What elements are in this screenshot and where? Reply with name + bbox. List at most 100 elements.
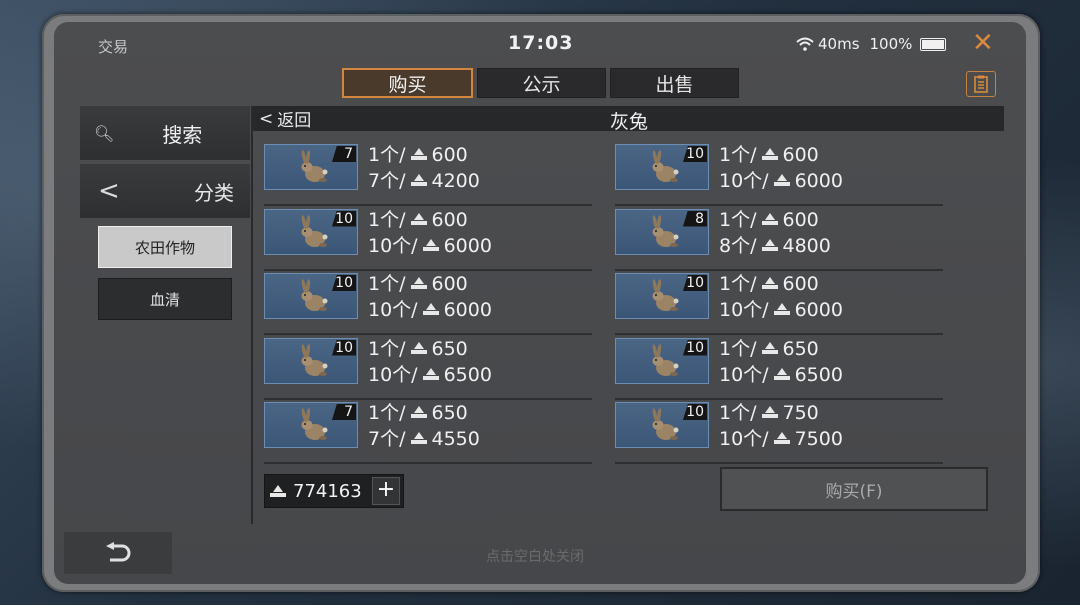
total-label: 10个/ bbox=[719, 363, 769, 386]
coin-pile-icon bbox=[761, 212, 778, 225]
search-label: 搜索 bbox=[162, 122, 203, 147]
total-price-line: 10个/6000 bbox=[368, 297, 492, 323]
coin-pile-icon bbox=[761, 148, 778, 160]
listing-item[interactable]: 10 1个/650 10个/6500 bbox=[264, 336, 592, 400]
unit-price-line: 1个/750 bbox=[719, 400, 843, 426]
unit-label: 1个/ bbox=[719, 273, 757, 295]
category-item-serum[interactable]: 血清 bbox=[98, 278, 232, 320]
rabbit-thumbnail: 10 bbox=[615, 337, 709, 384]
unit-label: 1个/ bbox=[719, 144, 757, 166]
back-label: 返回 bbox=[277, 111, 312, 131]
category-button[interactable]: < 分类 bbox=[80, 164, 250, 218]
chevron-left-icon: < bbox=[259, 108, 274, 129]
total-label: 10个/ bbox=[719, 170, 769, 192]
coin-pile-icon bbox=[761, 238, 778, 251]
unit-price-line: 1个/650 bbox=[368, 400, 480, 426]
total-price: 6000 bbox=[794, 170, 843, 192]
listing-item[interactable]: 10 1个/600 10个/6000 bbox=[615, 144, 943, 206]
total-label: 10个/ bbox=[368, 299, 418, 321]
unit-label: 1个/ bbox=[368, 402, 406, 424]
unit-label: 1个/ bbox=[368, 208, 406, 231]
listing-item[interactable]: 10 1个/600 10个/6000 bbox=[264, 271, 592, 335]
category-item-farm-crops[interactable]: 农田作物 bbox=[98, 226, 232, 268]
unit-price-line: 1个/600 bbox=[368, 271, 492, 297]
coin-pile-icon bbox=[410, 432, 427, 444]
records-icon[interactable] bbox=[966, 71, 996, 97]
total-price-line: 7个/4550 bbox=[368, 426, 480, 452]
tab-public[interactable]: 公示 bbox=[477, 68, 606, 98]
listing-item[interactable]: 7 1个/600 7个/4200 bbox=[264, 142, 592, 206]
total-price: 6500 bbox=[794, 363, 843, 386]
rabbit-thumbnail: 10 bbox=[264, 337, 358, 384]
battery-icon bbox=[920, 37, 947, 51]
total-price: 6000 bbox=[443, 299, 492, 321]
total-label: 8个/ bbox=[719, 234, 757, 257]
listing-item[interactable]: 7 1个/650 7个/4550 bbox=[264, 400, 592, 464]
rabbit-thumbnail: 7 bbox=[264, 144, 358, 190]
wifi-icon bbox=[796, 37, 814, 51]
price-lines: 1个/750 10个/7500 bbox=[719, 400, 843, 452]
listing-header: < 返回 灰兔 bbox=[253, 106, 1004, 133]
add-currency-button[interactable]: + bbox=[372, 477, 400, 505]
price-lines: 1个/600 8个/4800 bbox=[719, 207, 831, 259]
stack-count: 7 bbox=[332, 404, 356, 420]
listing-item[interactable]: 10 1个/750 10个/7500 bbox=[615, 400, 943, 464]
unit-price-line: 1个/600 bbox=[368, 142, 480, 168]
total-price-line: 10个/7500 bbox=[719, 426, 843, 452]
unit-label: 1个/ bbox=[368, 337, 406, 360]
stack-count: 7 bbox=[332, 146, 356, 162]
ping-value: 40ms bbox=[818, 35, 860, 53]
unit-label: 1个/ bbox=[368, 273, 406, 295]
back-button[interactable]: < 返回 bbox=[259, 106, 312, 132]
unit-price: 600 bbox=[431, 273, 468, 295]
unit-label: 1个/ bbox=[719, 208, 757, 231]
unit-price: 600 bbox=[782, 144, 819, 166]
tab-bar: 购买 公示 出售 bbox=[342, 68, 739, 98]
trade-panel: 交易 17:03 40ms 100% ✕ 购买 公示 出售 🔍︎ 搜索 < 分类… bbox=[54, 22, 1026, 584]
buy-button[interactable]: 购买(F) bbox=[720, 467, 988, 511]
total-price-line: 10个/6000 bbox=[719, 168, 843, 194]
rabbit-thumbnail: 10 bbox=[264, 208, 358, 255]
price-lines: 1个/650 10个/6500 bbox=[368, 336, 492, 388]
total-label: 10个/ bbox=[368, 234, 418, 257]
undo-icon[interactable] bbox=[64, 532, 172, 574]
listing-item[interactable]: 8 1个/600 8个/4800 bbox=[615, 207, 943, 271]
coin-pile-icon bbox=[410, 406, 427, 418]
unit-price: 600 bbox=[431, 144, 468, 166]
total-price-line: 10个/6500 bbox=[719, 362, 843, 388]
coin-pile-icon bbox=[422, 367, 439, 380]
coin-pile-icon bbox=[761, 341, 778, 354]
tab-buy[interactable]: 购买 bbox=[342, 68, 473, 98]
status-bar: 40ms 100% bbox=[796, 35, 947, 53]
tab-sell[interactable]: 出售 bbox=[610, 68, 739, 98]
rabbit-thumbnail: 10 bbox=[615, 402, 709, 448]
rabbit-thumbnail: 10 bbox=[615, 273, 709, 319]
stack-count: 10 bbox=[683, 146, 707, 162]
listing-item[interactable]: 10 1个/600 10个/6000 bbox=[615, 273, 943, 335]
coin-pile-icon bbox=[761, 406, 778, 418]
unit-price: 650 bbox=[431, 337, 468, 360]
listing-item[interactable]: 10 1个/600 10个/6000 bbox=[264, 207, 592, 271]
currency-balance: 774163 + bbox=[264, 474, 404, 508]
unit-price: 650 bbox=[782, 337, 819, 360]
unit-price: 650 bbox=[431, 402, 468, 424]
search-button[interactable]: 🔍︎ 搜索 bbox=[80, 106, 250, 160]
close-icon[interactable]: ✕ bbox=[972, 28, 994, 58]
coin-pile-icon bbox=[422, 238, 439, 251]
coin-pile-icon bbox=[410, 341, 427, 354]
price-lines: 1个/650 10个/6500 bbox=[719, 336, 843, 388]
price-lines: 1个/600 7个/4200 bbox=[368, 142, 480, 194]
chevron-left-icon: < bbox=[98, 176, 120, 206]
unit-price-line: 1个/600 bbox=[368, 207, 492, 233]
price-lines: 1个/650 7个/4550 bbox=[368, 400, 480, 452]
listing-item[interactable]: 10 1个/650 10个/6500 bbox=[615, 336, 943, 400]
unit-price-line: 1个/650 bbox=[719, 336, 843, 362]
total-price: 4800 bbox=[782, 234, 831, 257]
rabbit-thumbnail: 10 bbox=[615, 144, 709, 190]
coin-pile-icon bbox=[773, 174, 790, 186]
unit-label: 1个/ bbox=[719, 402, 757, 424]
unit-label: 1个/ bbox=[368, 144, 406, 166]
stack-count: 10 bbox=[332, 275, 356, 291]
price-lines: 1个/600 10个/6000 bbox=[368, 207, 492, 259]
total-label: 10个/ bbox=[719, 299, 769, 321]
